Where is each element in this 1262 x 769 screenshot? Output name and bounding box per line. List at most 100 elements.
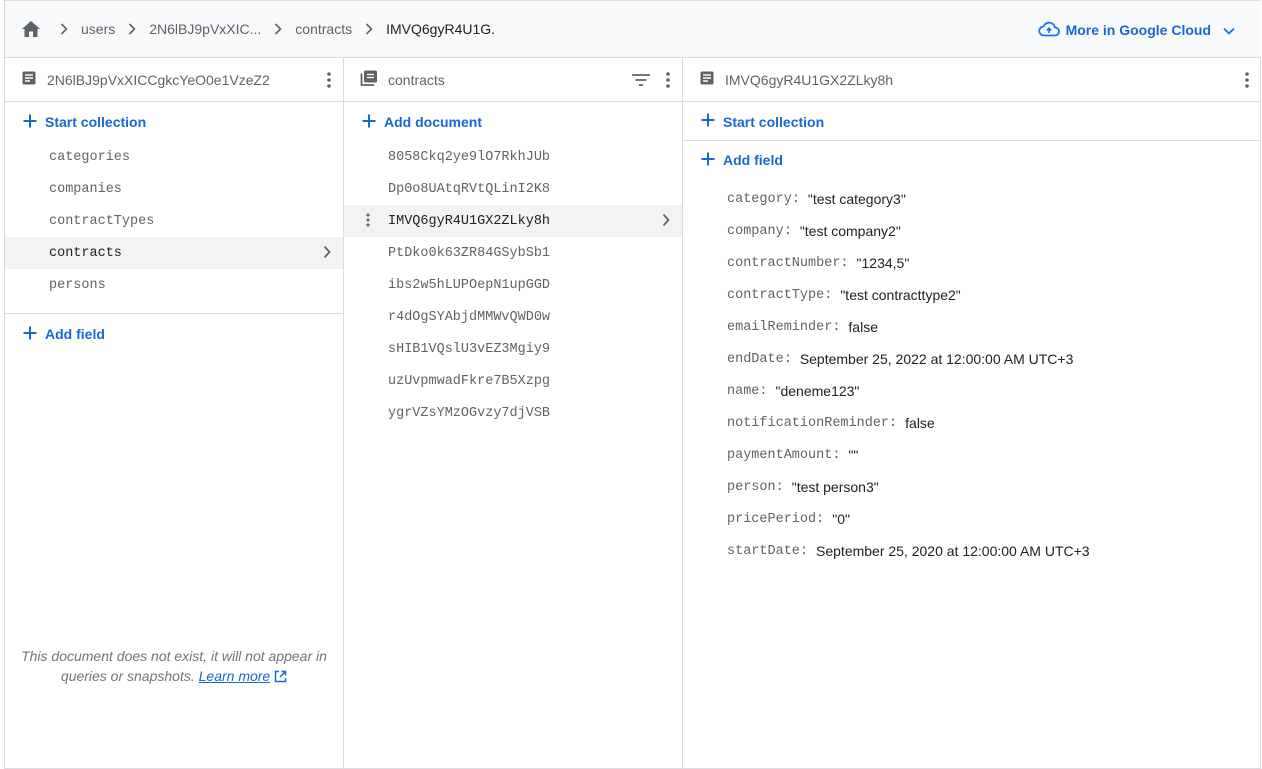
field-row[interactable]: company: "test company2" bbox=[683, 215, 1261, 247]
field-value: "test contracttype2" bbox=[840, 287, 961, 303]
document-icon bbox=[21, 70, 37, 89]
more-in-google-cloud-label: More in Google Cloud bbox=[1065, 22, 1211, 38]
field-key: pricePeriod: bbox=[727, 511, 825, 527]
plus-icon bbox=[362, 114, 376, 131]
field-row[interactable]: contractNumber: "1234,5" bbox=[683, 247, 1261, 279]
start-collection-button[interactable]: Start collection bbox=[683, 103, 1261, 141]
filter-icon[interactable] bbox=[632, 74, 650, 86]
more-options-icon[interactable] bbox=[666, 72, 670, 88]
learn-more-link[interactable]: Learn more bbox=[199, 668, 271, 684]
field-row[interactable]: paymentAmount: "" bbox=[683, 439, 1261, 471]
list-item[interactable]: PtDko0k63ZR84GSybSb1 bbox=[344, 237, 682, 269]
document-icon bbox=[699, 70, 715, 89]
add-document-button[interactable]: Add document bbox=[344, 103, 682, 141]
field-value: "deneme123" bbox=[775, 383, 860, 399]
chevron-right-icon bbox=[121, 23, 143, 35]
field-key: startDate: bbox=[727, 543, 809, 559]
drag-handle-icon[interactable] bbox=[366, 213, 370, 232]
user-document-panel: 2N6lBJ9pVxXICCgkcYeO0e1VzeZ2 Start colle… bbox=[5, 58, 344, 768]
more-in-google-cloud-button[interactable]: More in Google Cloud bbox=[1037, 1, 1235, 59]
list-item[interactable]: persons bbox=[5, 269, 343, 301]
list-item[interactable]: uzUvpmwadFkre7B5Xzpg bbox=[344, 365, 682, 397]
chevron-right-icon bbox=[358, 23, 380, 35]
panel-title: IMVQ6gyR4U1GX2ZLky8h bbox=[725, 71, 894, 88]
panel-title: contracts bbox=[388, 71, 445, 88]
field-key: paymentAmount: bbox=[727, 447, 841, 463]
field-row[interactable]: pricePeriod: "0" bbox=[683, 503, 1261, 535]
chevron-down-icon bbox=[1223, 22, 1235, 38]
list-item-label: r4dOgSYAbjdMMWvQWD0w bbox=[388, 309, 551, 325]
field-row[interactable]: notificationReminder: false bbox=[683, 407, 1261, 439]
panel-header-actions bbox=[632, 58, 670, 102]
list-item-label: PtDko0k63ZR84GSybSb1 bbox=[388, 245, 551, 261]
missing-document-note: This document does not exist, it will no… bbox=[21, 646, 327, 686]
chevron-right-icon bbox=[323, 245, 331, 264]
breadcrumb-contracts[interactable]: contracts bbox=[289, 21, 358, 37]
list-item-label: ygrVZsYMzOGvzy7djVSB bbox=[388, 405, 551, 421]
start-collection-label: Start collection bbox=[45, 114, 147, 130]
list-item-label: companies bbox=[49, 181, 122, 197]
field-value: "" bbox=[848, 447, 859, 463]
list-item[interactable]: 8058Ckq2ye9lO7RkhJUb bbox=[344, 141, 682, 173]
list-item[interactable]: companies bbox=[5, 173, 343, 205]
field-value: false bbox=[905, 415, 935, 431]
list-item[interactable]: ibs2w5hLUPOepN1upGGD bbox=[344, 269, 682, 301]
collection-list: categories companies contractTypes contr… bbox=[5, 141, 343, 301]
contract-document-panel: IMVQ6gyR4U1GX2ZLky8h Start collection Ad… bbox=[683, 58, 1261, 768]
field-value: "1234,5" bbox=[856, 255, 910, 271]
panel-header: IMVQ6gyR4U1GX2ZLky8h bbox=[683, 58, 1261, 102]
field-row[interactable]: person: "test person3" bbox=[683, 471, 1261, 503]
breadcrumb-document-id[interactable]: IMVQ6gyR4U1G. bbox=[380, 21, 501, 37]
field-row[interactable]: emailReminder: false bbox=[683, 311, 1261, 343]
list-item-label: sHIB1VQslU3vEZ3Mgiy9 bbox=[388, 341, 551, 357]
chevron-right-icon bbox=[267, 23, 289, 35]
add-field-button[interactable]: Add field bbox=[5, 315, 343, 353]
field-row[interactable]: name: "deneme123" bbox=[683, 375, 1261, 407]
list-item[interactable]: Dp0o8UAtqRVtQLinI2K8 bbox=[344, 173, 682, 205]
more-options-icon[interactable] bbox=[327, 58, 331, 102]
field-key: person: bbox=[727, 479, 784, 495]
list-item-label: uzUvpmwadFkre7B5Xzpg bbox=[388, 373, 551, 389]
field-key: notificationReminder: bbox=[727, 415, 898, 431]
list-item-label: persons bbox=[49, 277, 106, 293]
field-key: emailReminder: bbox=[727, 319, 841, 335]
chevron-right-icon bbox=[53, 23, 75, 35]
list-item-label: contractTypes bbox=[49, 213, 155, 229]
more-options-icon[interactable] bbox=[1245, 58, 1249, 102]
breadcrumb-users[interactable]: users bbox=[75, 21, 121, 37]
field-key: company: bbox=[727, 223, 792, 239]
list-item[interactable]: sHIB1VQslU3vEZ3Mgiy9 bbox=[344, 333, 682, 365]
add-field-label: Add field bbox=[45, 326, 105, 342]
list-item-label: categories bbox=[49, 149, 131, 165]
start-collection-button[interactable]: Start collection bbox=[5, 103, 343, 141]
field-value: September 25, 2020 at 12:00:00 AM UTC+3 bbox=[816, 543, 1090, 559]
breadcrumb: users 2N6lBJ9pVxXIC... contracts IMVQ6gy… bbox=[5, 1, 501, 57]
contracts-collection-panel: contracts Add document 8058Ckq2ye9lO7Rkh… bbox=[344, 58, 683, 768]
panel-title: 2N6lBJ9pVxXICCgkcYeO0e1VzeZ2 bbox=[47, 71, 270, 88]
open-in-new-icon bbox=[274, 668, 287, 684]
add-field-button[interactable]: Add field bbox=[683, 141, 1261, 179]
list-item[interactable]: contractTypes bbox=[5, 205, 343, 237]
breadcrumb-bar: users 2N6lBJ9pVxXIC... contracts IMVQ6gy… bbox=[5, 0, 1261, 58]
plus-icon bbox=[23, 326, 37, 343]
field-row[interactable]: startDate: September 25, 2020 at 12:00:00… bbox=[683, 535, 1261, 567]
document-list: 8058Ckq2ye9lO7RkhJUb Dp0o8UAtqRVtQLinI2K… bbox=[344, 141, 682, 429]
list-item[interactable]: categories bbox=[5, 141, 343, 173]
panel-header: 2N6lBJ9pVxXICCgkcYeO0e1VzeZ2 bbox=[5, 58, 343, 102]
field-key: endDate: bbox=[727, 351, 792, 367]
list-item[interactable]: ygrVZsYMzOGvzy7djVSB bbox=[344, 397, 682, 429]
list-item-selected[interactable]: contracts bbox=[5, 237, 343, 269]
list-item-label: Dp0o8UAtqRVtQLinI2K8 bbox=[388, 181, 551, 197]
list-item-label: contracts bbox=[49, 245, 122, 261]
list-item-selected[interactable]: IMVQ6gyR4U1GX2ZLky8h bbox=[344, 205, 682, 237]
field-value: false bbox=[848, 319, 878, 335]
home-icon[interactable] bbox=[19, 17, 43, 41]
field-value: "test person3" bbox=[791, 479, 879, 495]
field-value: "0" bbox=[832, 511, 850, 527]
list-item[interactable]: r4dOgSYAbjdMMWvQWD0w bbox=[344, 301, 682, 333]
field-row[interactable]: contractType: "test contracttype2" bbox=[683, 279, 1261, 311]
breadcrumb-user-id[interactable]: 2N6lBJ9pVxXIC... bbox=[143, 21, 267, 37]
field-row[interactable]: endDate: September 25, 2022 at 12:00:00 A… bbox=[683, 343, 1261, 375]
field-row[interactable]: category: "test category3" bbox=[683, 183, 1261, 215]
plus-icon bbox=[701, 113, 715, 130]
